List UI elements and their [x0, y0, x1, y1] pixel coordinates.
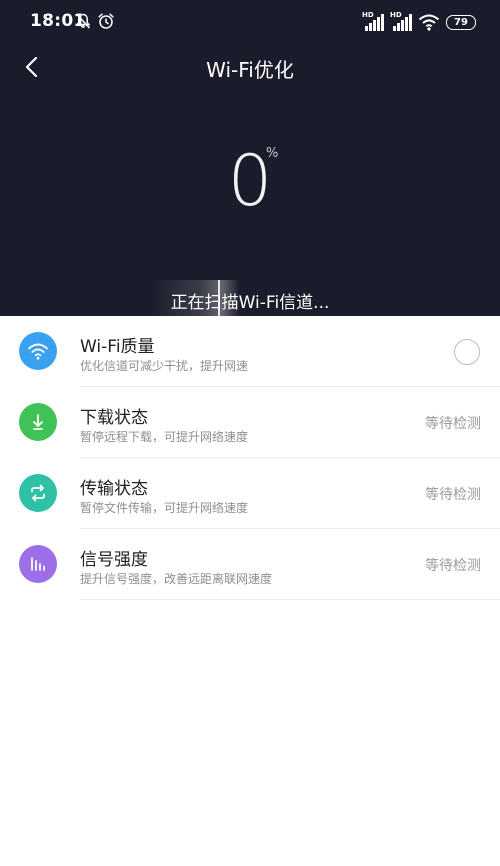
- download-icon: [19, 403, 57, 441]
- status-bar: 18:01 HD HD 79: [0, 0, 500, 44]
- transfer-icon: [19, 474, 57, 512]
- item-title: 下载状态: [80, 408, 148, 428]
- item-status: 等待检测: [425, 487, 481, 503]
- progress-value: 0: [227, 140, 273, 222]
- list-item-signal-strength[interactable]: 信号强度 提升信号强度，改善远距离联网速度 等待检测: [0, 529, 500, 600]
- page-title: Wi-Fi优化: [206, 58, 294, 82]
- item-subtitle: 暂停文件传输，可提升网络速度: [80, 501, 249, 515]
- list-item-transfer-status[interactable]: 传输状态 暂停文件传输，可提升网络速度 等待检测: [0, 458, 500, 529]
- signal-strength-icon: [19, 545, 57, 583]
- alarm-icon: [97, 12, 115, 30]
- wifi-icon: [19, 332, 57, 370]
- scan-header-panel: 18:01 HD HD 79 Wi-Fi优化 0 % 正在扫描Wi-Fi信道..…: [0, 0, 500, 316]
- progress-unit: %: [266, 146, 279, 161]
- item-subtitle: 优化信道可减少干扰，提升网速: [80, 359, 249, 373]
- progress-indicator: [454, 339, 480, 365]
- cellular-signal-icon: HD: [362, 12, 384, 31]
- battery-icon: 79: [446, 14, 476, 30]
- list-item-wifi-quality[interactable]: Wi-Fi质量 优化信道可减少干扰，提升网速: [0, 316, 500, 387]
- item-subtitle: 提升信号强度，改善远距离联网速度: [80, 572, 273, 586]
- cellular-signal-icon: HD: [390, 12, 412, 31]
- scan-status-text: 正在扫描Wi-Fi信道...: [170, 293, 330, 313]
- status-indicators: HD HD 79: [362, 12, 476, 32]
- item-subtitle: 暂停远程下载，可提升网络速度: [80, 430, 249, 444]
- wifi-status-icon: [418, 13, 440, 31]
- check-list: Wi-Fi质量 优化信道可减少干扰，提升网速 下载状态 暂停远程下载，可提升网络…: [0, 316, 500, 600]
- item-title: Wi-Fi质量: [80, 337, 155, 357]
- item-title: 信号强度: [80, 550, 148, 570]
- list-item-download-status[interactable]: 下载状态 暂停远程下载，可提升网络速度 等待检测: [0, 387, 500, 458]
- item-status: 等待检测: [425, 558, 481, 574]
- divider: [80, 599, 500, 600]
- item-title: 传输状态: [80, 479, 148, 499]
- item-status: 等待检测: [425, 416, 481, 432]
- mute-icon: [74, 12, 92, 30]
